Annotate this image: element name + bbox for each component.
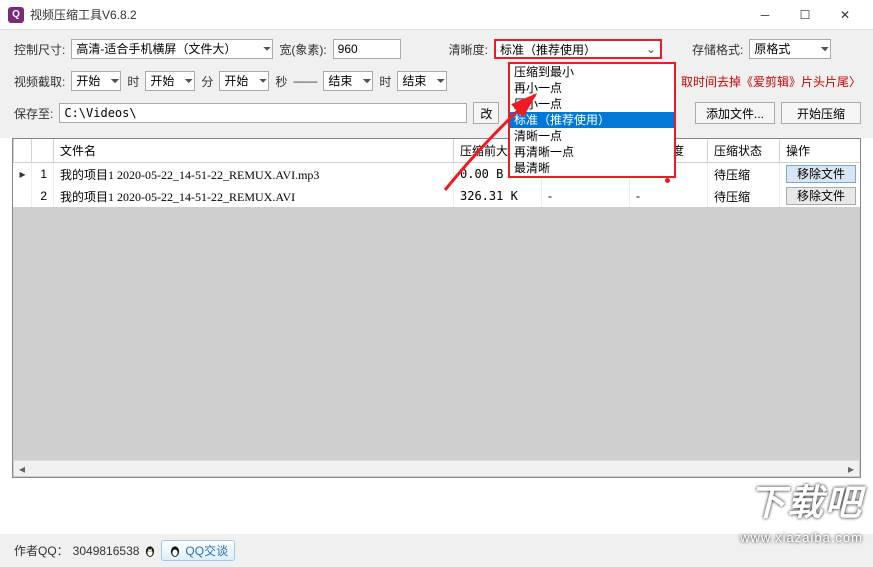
clarity-option-2[interactable]: 压小一点 [510,96,674,112]
remove-file-button[interactable]: 移除文件 [786,165,856,183]
file-table-container: 文件名 压缩前大小 压缩后大小 压缩进度 压缩状态 操作 ▸ 1 我的项目1 2… [12,138,861,478]
save-format-select[interactable]: 原格式 [749,39,831,59]
table-header-row: 文件名 压缩前大小 压缩后大小 压缩进度 压缩状态 操作 [14,139,862,163]
start-min-select[interactable]: 开始 [145,71,195,91]
save-format-label: 存储格式: [692,41,743,58]
remove-file-button[interactable]: 移除文件 [786,187,856,205]
clarity-dropdown-panel[interactable]: 压缩到最小 再小一点 压小一点 标准（推荐使用） 清晰一点 再清晰一点 最清晰 [508,62,676,178]
clarity-select[interactable]: 标准（推荐使用） ⌄ [494,39,662,59]
minimize-button[interactable]: ─ [745,1,785,29]
range-separator: —— [293,74,317,88]
close-button[interactable]: ✕ [825,1,865,29]
cell-action: 移除文件 [780,163,862,186]
annotation-dot-icon [665,178,670,183]
maximize-button[interactable]: ☐ [785,1,825,29]
qq-chat-label: QQ交谈 [185,542,228,559]
row-size: 控制尺寸: 高清-适合手机横屏（文件大） 宽(象素): 清晰度: 标准（推荐使用… [14,38,861,60]
cell-status: 待压缩 [708,185,780,207]
window-title: 视频压缩工具V6.8.2 [30,6,745,23]
size-select[interactable]: 高清-适合手机横屏（文件大） [71,39,273,59]
clarity-option-5[interactable]: 再清晰一点 [510,144,674,160]
width-label: 宽(象素): [279,41,326,58]
th-index[interactable] [32,139,54,163]
chevron-down-icon: ⌄ [646,42,656,56]
th-status[interactable]: 压缩状态 [708,139,780,163]
cut-label: 视频截取: [14,73,65,90]
clarity-option-6[interactable]: 最清晰 [510,160,674,176]
end-hour-select[interactable]: 结束 [323,71,373,91]
clarity-label: 清晰度: [449,41,488,58]
end-min-select[interactable]: 结束 [397,71,447,91]
table-empty-area [13,207,860,477]
table-row[interactable]: 2 我的项目1 2020-05-22_14-51-22_REMUX.AVI 32… [14,185,862,207]
row-index: 2 [32,185,54,207]
start-sec-select[interactable]: 开始 [219,71,269,91]
titlebar: Q 视频压缩工具V6.8.2 ─ ☐ ✕ [0,0,873,30]
file-table: 文件名 压缩前大小 压缩后大小 压缩进度 压缩状态 操作 ▸ 1 我的项目1 2… [13,139,861,207]
row-cut: 视频截取: 开始 时 开始 分 开始 秒 —— 结束 时 结束 取时间去掉《爱剪… [14,70,861,92]
start-compress-button[interactable]: 开始压缩 [781,102,861,124]
unit-hour2: 时 [379,73,391,90]
download-icon [706,494,742,530]
cell-before: 326.31 K [454,185,542,207]
saveto-input[interactable] [59,103,467,123]
table-row[interactable]: ▸ 1 我的项目1 2020-05-22_14-51-22_REMUX.AVI.… [14,163,862,186]
row-index: 1 [32,163,54,186]
footer: 作者QQ： 3049816538 QQ交谈 [0,534,873,567]
unit-hour: 时 [127,73,139,90]
clarity-option-4[interactable]: 清晰一点 [510,128,674,144]
size-label: 控制尺寸: [14,41,65,58]
watermark-text: 下载吧 [749,482,863,523]
qq-chat-button[interactable]: QQ交谈 [161,540,235,561]
th-filename[interactable]: 文件名 [54,139,454,163]
row-saveto: 保存至: 改 添加文件... 开始压缩 [14,102,861,124]
add-file-button[interactable]: 添加文件... [695,102,775,124]
row-indicator [14,185,32,207]
cell-filename: 我的项目1 2020-05-22_14-51-22_REMUX.AVI [54,185,454,207]
penguin-icon [143,544,157,558]
start-hour-select[interactable]: 开始 [71,71,121,91]
horizontal-scrollbar[interactable]: ◂ ▸ [14,460,859,476]
cell-filename: 我的项目1 2020-05-22_14-51-22_REMUX.AVI.mp3 [54,163,454,186]
saveto-label: 保存至: [14,105,53,122]
change-path-button[interactable]: 改 [473,102,499,124]
row-indicator: ▸ [14,163,32,186]
unit-min: 分 [201,73,213,90]
cell-status: 待压缩 [708,163,780,186]
author-qq: 3049816538 [73,544,140,558]
width-input[interactable] [333,39,401,59]
clarity-selected: 标准（推荐使用） [500,41,596,58]
toolbar-area: 控制尺寸: 高清-适合手机横屏（文件大） 宽(象素): 清晰度: 标准（推荐使用… [0,30,873,138]
cell-progress: - [630,185,708,207]
th-indicator[interactable] [14,139,32,163]
unit-sec: 秒 [275,73,287,90]
clarity-option-1[interactable]: 再小一点 [510,80,674,96]
author-label: 作者QQ： [14,542,69,559]
cell-after: - [542,185,630,207]
scroll-right-icon[interactable]: ▸ [843,462,859,476]
qq-icon [168,544,182,558]
tip-link[interactable]: 取时间去掉《爱剪辑》片头片尾〉 [681,73,861,90]
clarity-option-3[interactable]: 标准（推荐使用） [510,112,674,128]
clarity-option-0[interactable]: 压缩到最小 [510,64,674,80]
cell-action: 移除文件 [780,185,862,207]
app-icon: Q [8,7,24,23]
th-action[interactable]: 操作 [780,139,862,163]
scroll-left-icon[interactable]: ◂ [14,462,30,476]
